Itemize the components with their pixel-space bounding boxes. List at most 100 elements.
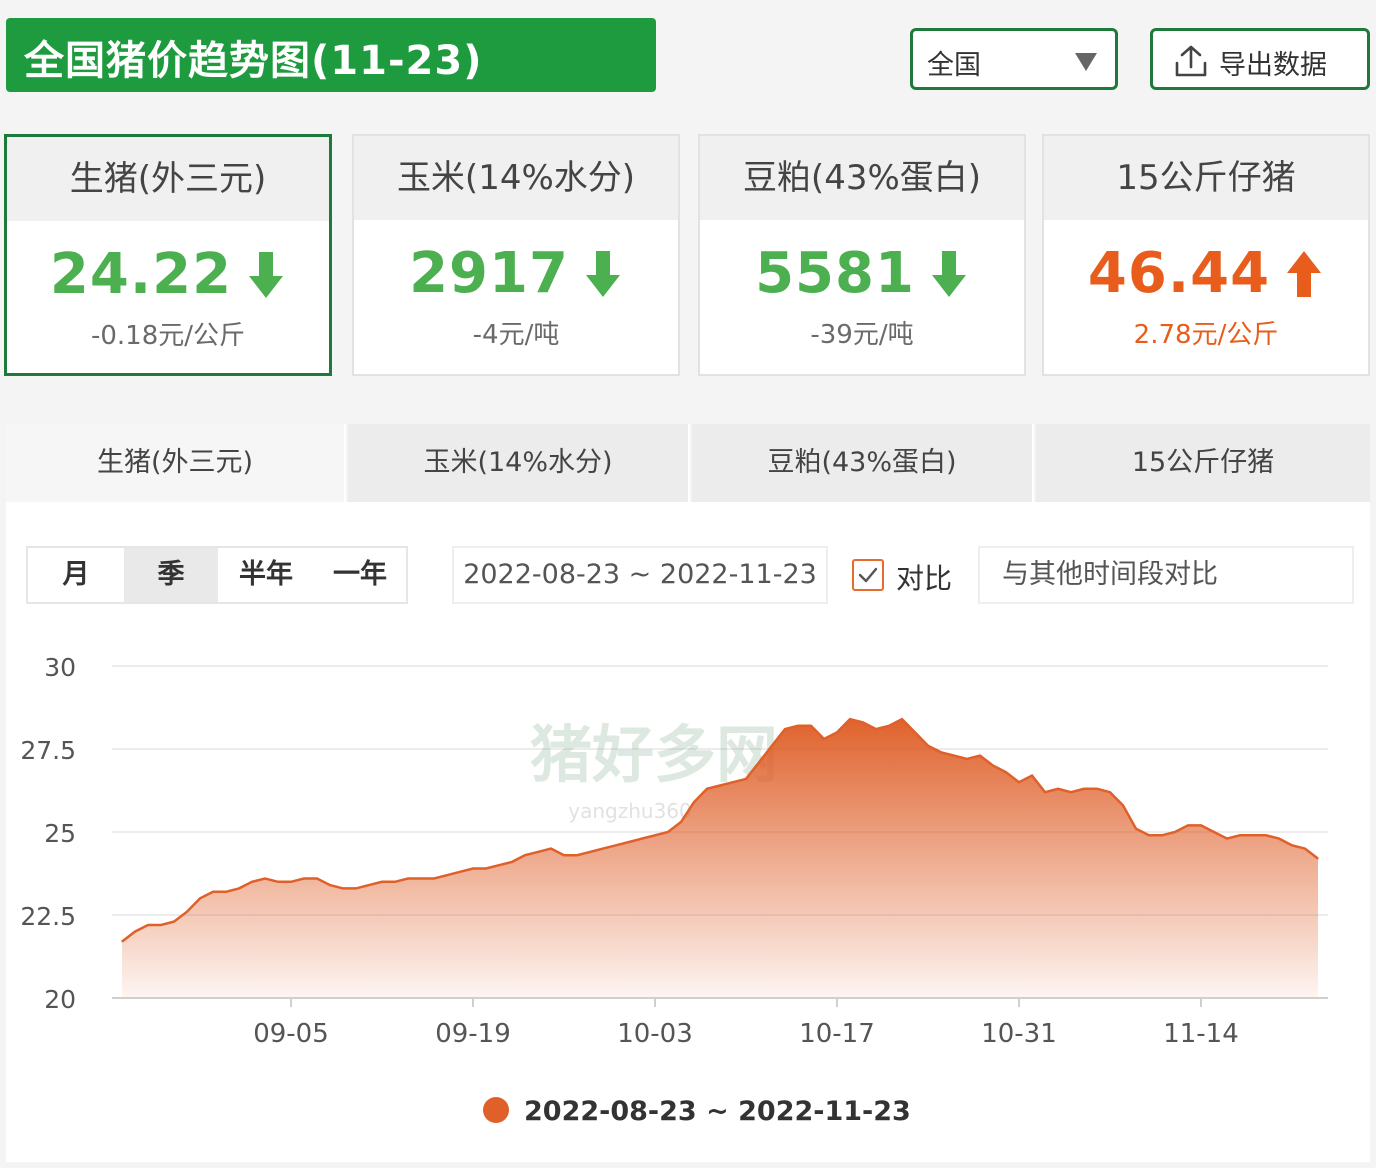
data-point — [1018, 781, 1020, 783]
data-point — [563, 854, 565, 856]
data-point — [966, 758, 968, 760]
data-point — [810, 725, 812, 727]
data-point — [433, 877, 435, 880]
data-point — [186, 911, 188, 913]
x-tick-label: 10-03 — [617, 1019, 693, 1049]
data-point — [823, 738, 825, 740]
data-point — [173, 921, 175, 923]
price-trend-chart: 猪好多网 yangzhu360 3027.52522.52009-05 09-19… — [20, 653, 1328, 1127]
card-price: 5581 — [755, 241, 915, 307]
upload-icon — [1175, 45, 1207, 77]
tab-piglet[interactable]: 15公斤仔猪 — [1036, 424, 1370, 502]
commodity-tabs: 生猪(外三元) 玉米(14%水分) 豆粕(43%蛋白) 15公斤仔猪 — [6, 424, 1370, 502]
data-point — [121, 940, 123, 943]
data-point — [745, 778, 747, 780]
watermark-subtext: yangzhu360 — [568, 799, 692, 823]
data-point — [446, 874, 448, 876]
data-point — [472, 867, 474, 870]
data-point — [693, 801, 695, 803]
data-point — [576, 854, 578, 856]
data-point — [849, 718, 851, 720]
data-point — [1265, 834, 1267, 836]
arrow-down-icon — [931, 250, 966, 297]
data-point — [875, 728, 877, 730]
card-price: 2917 — [409, 241, 569, 307]
data-point — [316, 877, 318, 880]
data-point — [290, 881, 292, 883]
export-data-button[interactable]: 导出数据 — [1150, 28, 1370, 90]
data-point — [1083, 788, 1085, 790]
card-title: 玉米(14%水分) — [354, 136, 678, 220]
data-point — [771, 745, 773, 747]
data-point — [199, 897, 201, 899]
legend-label[interactable]: 2022-08-23 ~ 2022-11-23 — [524, 1096, 911, 1127]
price-card-live-pig[interactable]: 生猪(外三元) 24.22 -0.18元/公斤 — [4, 134, 332, 376]
data-point — [1200, 824, 1202, 826]
data-point — [1291, 844, 1293, 846]
data-point — [407, 877, 409, 880]
data-point — [1304, 848, 1306, 850]
data-point — [550, 848, 552, 850]
data-point — [251, 881, 253, 883]
card-title: 生猪(外三元) — [7, 137, 329, 221]
price-card-piglet[interactable]: 15公斤仔猪 46.44 2.78元/公斤 — [1042, 134, 1370, 376]
card-change: -4元/吨 — [472, 320, 560, 350]
data-point — [758, 761, 760, 763]
data-point — [1122, 804, 1124, 807]
card-change: -39元/吨 — [810, 320, 914, 350]
tab-soybean-meal[interactable]: 豆粕(43%蛋白) — [692, 424, 1034, 502]
data-point — [615, 844, 617, 846]
data-point — [667, 831, 669, 833]
arrow-down-icon — [249, 251, 284, 298]
title-bar: 全国猪价趋势图(11-23) — [6, 18, 656, 92]
data-point — [1174, 831, 1176, 833]
data-point — [342, 887, 344, 890]
x-tick-label: 11-14 — [1163, 1019, 1239, 1049]
data-point — [992, 765, 994, 767]
data-point — [1239, 834, 1241, 836]
x-tick-label: 10-17 — [799, 1019, 875, 1049]
data-point — [277, 881, 279, 883]
data-point — [225, 891, 227, 893]
data-point — [381, 881, 383, 883]
triangle-down-icon — [1075, 53, 1097, 71]
card-change: 2.78元/公斤 — [1133, 320, 1279, 350]
data-point — [732, 781, 734, 783]
data-point — [1044, 791, 1046, 793]
card-title: 15公斤仔猪 — [1044, 136, 1368, 220]
card-price: 46.44 — [1087, 241, 1271, 307]
data-point — [1226, 838, 1228, 840]
region-select[interactable]: 全国 — [910, 28, 1118, 90]
data-point — [1135, 828, 1137, 830]
data-point — [264, 877, 266, 880]
data-point — [862, 721, 864, 724]
data-point — [1161, 834, 1163, 836]
price-card-soybean-meal[interactable]: 豆粕(43%蛋白) 5581 -39元/吨 — [698, 134, 1026, 376]
tab-live-pig[interactable]: 生猪(外三元) — [6, 424, 346, 502]
arrow-down-icon — [585, 250, 620, 297]
card-title: 豆粕(43%蛋白) — [700, 136, 1024, 220]
data-point — [524, 854, 526, 856]
data-point — [628, 841, 630, 843]
data-point — [927, 745, 929, 747]
data-point — [459, 871, 461, 873]
data-point — [589, 851, 591, 853]
data-point — [355, 887, 357, 890]
data-point — [706, 788, 708, 790]
data-point — [368, 884, 370, 886]
data-point — [719, 784, 721, 787]
data-point — [498, 864, 500, 866]
data-point — [1252, 834, 1254, 836]
data-point — [1057, 788, 1059, 790]
data-point — [979, 755, 981, 757]
data-point — [303, 877, 305, 880]
data-point — [1278, 838, 1280, 840]
data-point — [836, 731, 838, 733]
data-point — [1031, 774, 1033, 777]
data-point — [901, 718, 903, 720]
price-card-corn[interactable]: 玉米(14%水分) 2917 -4元/吨 — [352, 134, 680, 376]
tab-corn[interactable]: 玉米(14%水分) — [348, 424, 690, 502]
y-tick-label: 30 — [44, 653, 76, 682]
card-change: -0.18元/公斤 — [90, 321, 246, 351]
data-point — [1187, 824, 1189, 826]
